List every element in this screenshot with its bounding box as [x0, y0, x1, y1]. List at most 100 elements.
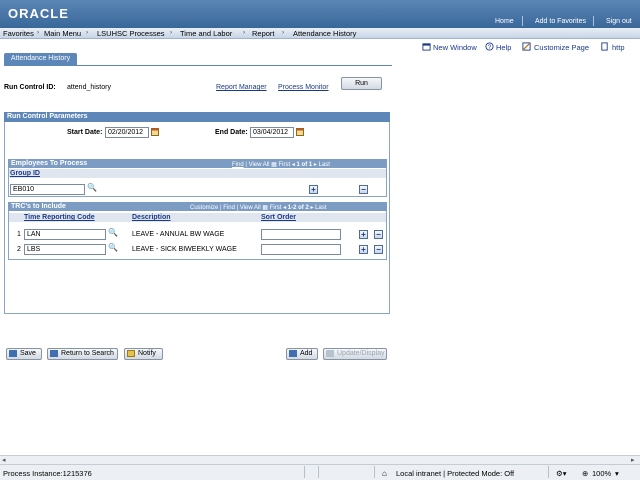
notify-button[interactable]: Notify — [124, 348, 163, 360]
tab-underline — [4, 65, 392, 66]
add-button[interactable]: Add — [286, 348, 318, 360]
start-date-input[interactable] — [105, 127, 149, 138]
return-label: Return to Search — [61, 350, 114, 357]
new-window-link[interactable]: New Window — [433, 43, 477, 52]
view-all-link[interactable]: View All — [240, 205, 261, 211]
first-link[interactable]: First — [279, 162, 291, 168]
menu-lsuhsc-processes[interactable]: LSUHSC Processes — [97, 29, 165, 38]
start-date-label: Start Date: — [67, 129, 103, 136]
new-window-icon[interactable] — [422, 42, 431, 51]
run-button[interactable]: Run — [341, 77, 382, 90]
delete-row-button[interactable]: − — [374, 230, 383, 239]
add-row-button[interactable]: + — [359, 230, 368, 239]
zoom-level[interactable]: 100% — [592, 469, 611, 478]
sort-order-column-header[interactable]: Sort Order — [261, 214, 296, 221]
add-to-favorites-link[interactable]: Add to Favorites — [535, 18, 586, 25]
lookup-icon[interactable]: 🔍 — [87, 183, 97, 192]
customize-page-icon[interactable] — [522, 42, 531, 51]
add-row-button[interactable]: + — [359, 245, 368, 254]
download-icon[interactable]: ▦ — [271, 162, 277, 168]
find-link[interactable]: Find — [223, 205, 235, 211]
chevron-right-icon: › — [170, 30, 172, 36]
scroll-right-arrow-icon[interactable]: ▸ — [631, 456, 635, 464]
find-link[interactable]: Find — [232, 162, 244, 168]
view-all-link[interactable]: View All — [249, 162, 270, 168]
menu-time-and-labor[interactable]: Time and Labor — [180, 29, 232, 38]
delete-row-button[interactable]: − — [359, 185, 368, 194]
last-link[interactable]: Last — [319, 162, 330, 168]
return-to-search-button[interactable]: Return to Search — [47, 348, 118, 360]
intranet-icon: ⌂ — [382, 469, 387, 478]
http-link[interactable]: http — [612, 43, 625, 52]
group-id-column-header[interactable]: Group ID — [10, 170, 40, 177]
svg-text:?: ? — [488, 44, 492, 51]
employees-grid-nav: Find | View All ▦ First ◂ 1 of 1 ▸ Last — [232, 162, 330, 168]
chevron-right-icon: › — [243, 30, 245, 36]
sign-out-link[interactable]: Sign out — [606, 18, 632, 25]
description-column-header[interactable]: Description — [132, 214, 171, 221]
help-link[interactable]: Help — [496, 43, 511, 52]
end-date-input[interactable] — [250, 127, 294, 138]
header-separator — [593, 16, 594, 26]
zoom-dropdown-icon[interactable]: ▾ — [615, 469, 619, 478]
menu-favorites[interactable]: Favorites — [3, 29, 34, 38]
lookup-icon[interactable]: 🔍 — [108, 243, 118, 252]
delete-row-button[interactable]: − — [374, 245, 383, 254]
row-count: 1 of 1 — [296, 162, 313, 168]
lookup-icon[interactable]: 🔍 — [108, 228, 118, 237]
sort-order-input[interactable] — [261, 229, 341, 240]
menu-main-menu[interactable]: Main Menu — [44, 29, 81, 38]
run-control-label: Run Control ID: — [4, 84, 56, 91]
help-icon[interactable]: ? — [485, 42, 494, 51]
group-id-input[interactable] — [10, 184, 85, 195]
process-monitor-link[interactable]: Process Monitor — [278, 84, 329, 91]
download-icon[interactable]: ▦ — [262, 205, 268, 211]
employees-column-band — [9, 169, 386, 178]
customize-page-link[interactable]: Customize Page — [534, 43, 589, 52]
status-separator — [548, 466, 549, 478]
update-display-button[interactable]: Update/Display — [323, 348, 387, 360]
row-count: 1-2 of 2 — [287, 205, 309, 211]
chevron-right-icon: › — [282, 30, 284, 36]
home-link[interactable]: Home — [495, 18, 514, 25]
time-reporting-code-column-header[interactable]: Time Reporting Code — [24, 214, 95, 221]
trc-code-input[interactable] — [24, 229, 106, 240]
calendar-icon[interactable] — [151, 128, 159, 136]
employees-grid-title: Employees To Process — [8, 159, 387, 168]
chevron-right-icon: › — [37, 30, 39, 36]
status-separator — [374, 466, 375, 478]
report-manager-link[interactable]: Report Manager — [216, 84, 267, 91]
save-button[interactable]: Save — [6, 348, 42, 360]
calendar-icon[interactable] — [296, 128, 304, 136]
return-icon — [50, 349, 58, 357]
add-row-button[interactable]: + — [309, 185, 318, 194]
status-bar — [0, 464, 640, 480]
trc-code-input[interactable] — [24, 244, 106, 255]
customize-link[interactable]: Customize — [190, 205, 218, 211]
row-number: 1 — [17, 231, 21, 238]
page-link-icon[interactable] — [600, 42, 609, 51]
end-date-label: End Date: — [215, 129, 248, 136]
row-number: 2 — [17, 246, 21, 253]
update-label: Update/Display — [337, 350, 385, 357]
tab-attendance-history[interactable]: Attendance History — [4, 53, 77, 65]
first-link[interactable]: First — [270, 205, 282, 211]
security-zone-status[interactable]: Local intranet | Protected Mode: Off — [396, 469, 514, 478]
sort-order-input[interactable] — [261, 244, 341, 255]
status-separator — [304, 466, 305, 478]
notify-label: Notify — [138, 350, 156, 357]
menu-attendance-history[interactable]: Attendance History — [293, 29, 356, 38]
horizontal-scrollbar[interactable] — [0, 455, 640, 464]
protected-mode-icon[interactable]: ⚙▾ — [556, 469, 567, 478]
envelope-icon — [127, 349, 135, 357]
update-icon — [326, 349, 334, 357]
last-link[interactable]: Last — [315, 205, 326, 211]
scroll-left-arrow-icon[interactable]: ◂ — [2, 456, 6, 464]
trc-description: LEAVE - ANNUAL BW WAGE — [132, 231, 225, 238]
menu-report[interactable]: Report — [252, 29, 275, 38]
chevron-right-icon: › — [86, 30, 88, 36]
run-control-value: attend_history — [67, 84, 111, 91]
process-instance-status: Process Instance:1215376 — [3, 469, 92, 478]
trc-grid-nav: Customize | Find | View All ▦ First ◂ 1-… — [190, 205, 327, 211]
trc-description: LEAVE - SICK BIWEEKLY WAGE — [132, 246, 237, 253]
